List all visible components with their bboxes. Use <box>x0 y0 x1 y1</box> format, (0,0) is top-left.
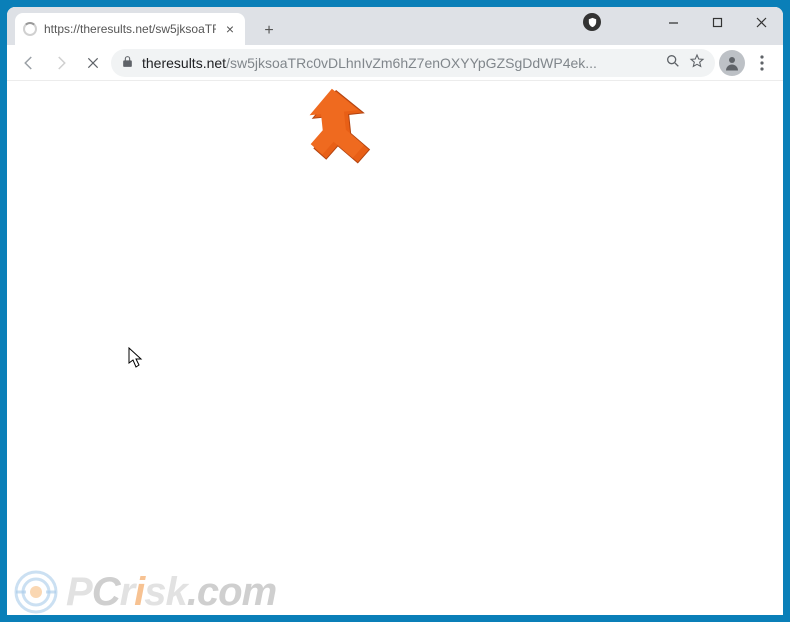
page-viewport <box>7 81 783 615</box>
tab-active[interactable]: https://theresults.net/sw5jksoaTR × <box>15 13 245 45</box>
url-host: theresults.net <box>142 55 226 71</box>
tab-strip: https://theresults.net/sw5jksoaTR × + <box>7 7 283 45</box>
titlebar: https://theresults.net/sw5jksoaTR × + <box>7 7 783 45</box>
lock-icon <box>121 55 134 71</box>
minimize-button[interactable] <box>651 7 695 37</box>
watermark-eye-icon <box>12 568 60 616</box>
browser-window: https://theresults.net/sw5jksoaTR × + <box>7 7 783 615</box>
url-text: theresults.net/sw5jksoaTRc0vDLhnIvZm6hZ7… <box>142 55 657 71</box>
url-path: /sw5jksoaTRc0vDLhnIvZm6hZ7enOXYYpGZSgDdW… <box>226 55 597 71</box>
omnibox[interactable]: theresults.net/sw5jksoaTRc0vDLhnIvZm6hZ7… <box>111 49 715 77</box>
stop-reload-button[interactable] <box>79 49 107 77</box>
new-tab-button[interactable]: + <box>255 17 283 45</box>
watermark-text: PCrisk.com <box>66 570 276 615</box>
bookmark-star-icon[interactable] <box>689 53 705 72</box>
maximize-button[interactable] <box>695 7 739 37</box>
address-bar: theresults.net/sw5jksoaTRc0vDLhnIvZm6hZ7… <box>7 45 783 81</box>
tab-close-button[interactable]: × <box>223 22 237 36</box>
extension-shield-icon[interactable] <box>583 13 603 33</box>
loading-spinner-icon <box>23 22 37 36</box>
browser-menu-button[interactable] <box>749 55 775 71</box>
profile-avatar[interactable] <box>719 50 745 76</box>
back-button[interactable] <box>15 49 43 77</box>
window-controls <box>651 7 783 37</box>
close-window-button[interactable] <box>739 7 783 37</box>
forward-button[interactable] <box>47 49 75 77</box>
tab-title: https://theresults.net/sw5jksoaTR <box>44 22 216 36</box>
pcrisk-watermark: PCrisk.com <box>12 568 276 616</box>
zoom-icon[interactable] <box>665 53 681 72</box>
